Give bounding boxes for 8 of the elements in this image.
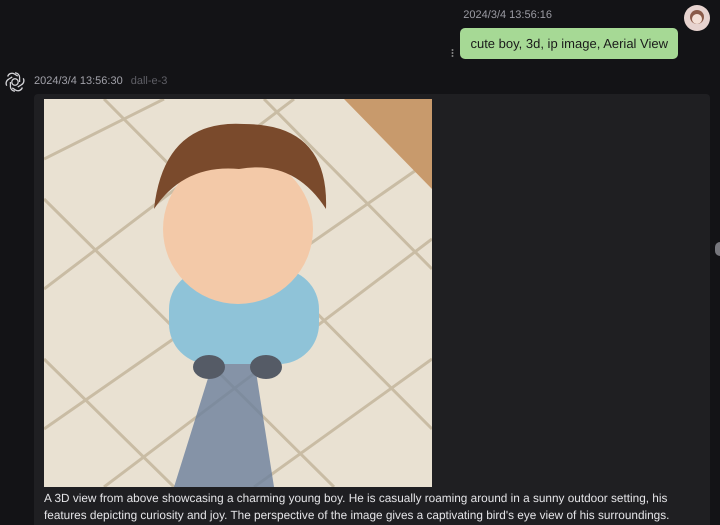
avatar-icon <box>684 5 710 31</box>
message-time: 2024/3/4 13:56:16 <box>463 8 552 23</box>
message-bubble: cute boy, 3d, ip image, Aerial View <box>460 28 678 59</box>
more-icon[interactable] <box>451 48 454 58</box>
model-name: dall-e-3 <box>130 74 168 89</box>
message-time: 2024/3/4 13:56:30 <box>34 74 123 89</box>
image-description: A 3D view from above showcasing a charming young boy. He is casually roaming around in a sunny outdoor setting, his features depicting curiosity and joy. The perspective of the image gives a captivating bird's eye view of his surroundings. <box>44 490 670 524</box>
logo-icon <box>4 71 26 93</box>
